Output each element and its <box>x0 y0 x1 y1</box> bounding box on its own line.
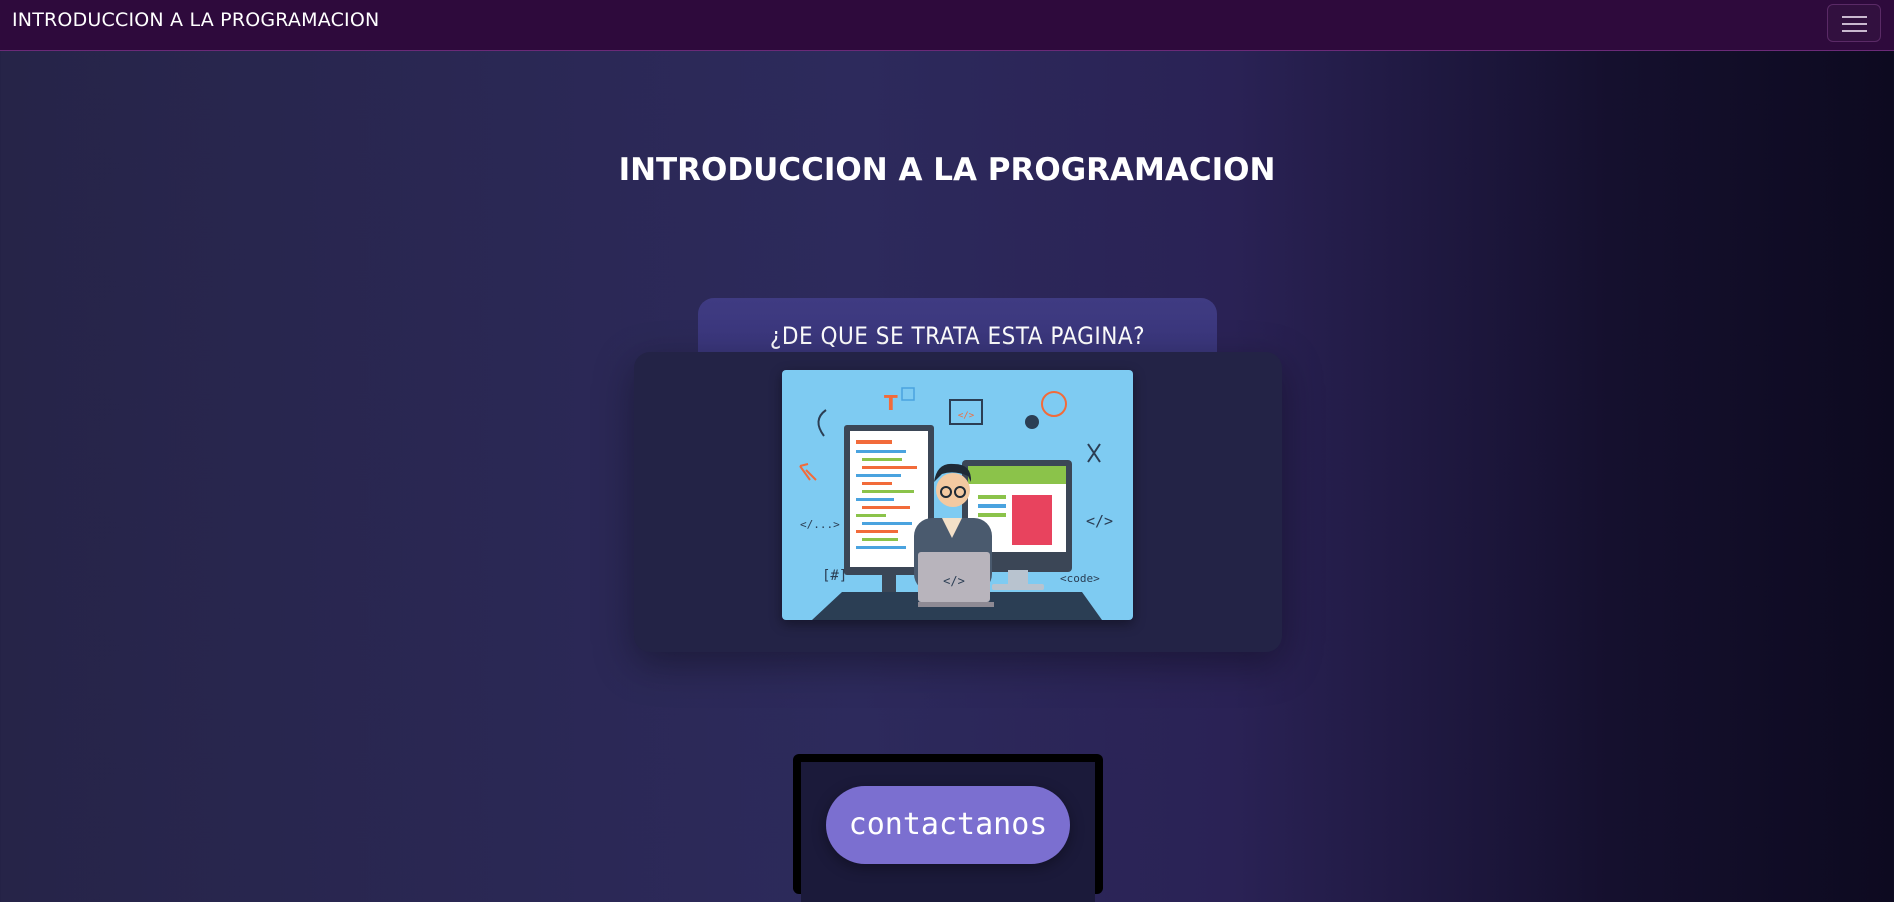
contact-button[interactable]: contactanos <box>826 786 1070 864</box>
page-title: INTRODUCCION A LA PROGRAMACION <box>618 152 1276 188</box>
svg-text:</>: </> <box>1086 512 1113 530</box>
hamburger-menu-icon-bar <box>1842 30 1867 32</box>
hamburger-menu-icon <box>1842 16 1867 18</box>
svg-text:</>: </> <box>958 411 975 421</box>
top-navbar: INTRODUCCION A LA PROGRAMACION <box>0 0 1894 51</box>
svg-text:</>: </> <box>943 574 965 588</box>
hamburger-menu-icon-bar <box>1842 23 1867 25</box>
svg-text:T: T <box>884 391 898 415</box>
navbar-toggler-button[interactable] <box>1827 4 1881 42</box>
programmer-at-computer-illustration: </> T </> </...> [#] </> <code> <box>782 370 1133 620</box>
card-title: ¿DE QUE SE TRATA ESTA PAGINA? <box>769 322 1146 350</box>
navbar-brand[interactable]: INTRODUCCION A LA PROGRAMACION <box>12 9 379 31</box>
svg-text:[#]: [#] <box>822 568 847 584</box>
card-header: ¿DE QUE SE TRATA ESTA PAGINA? <box>698 298 1217 360</box>
svg-text:<code>: <code> <box>1060 572 1100 585</box>
svg-text:</...>: </...> <box>800 518 840 531</box>
